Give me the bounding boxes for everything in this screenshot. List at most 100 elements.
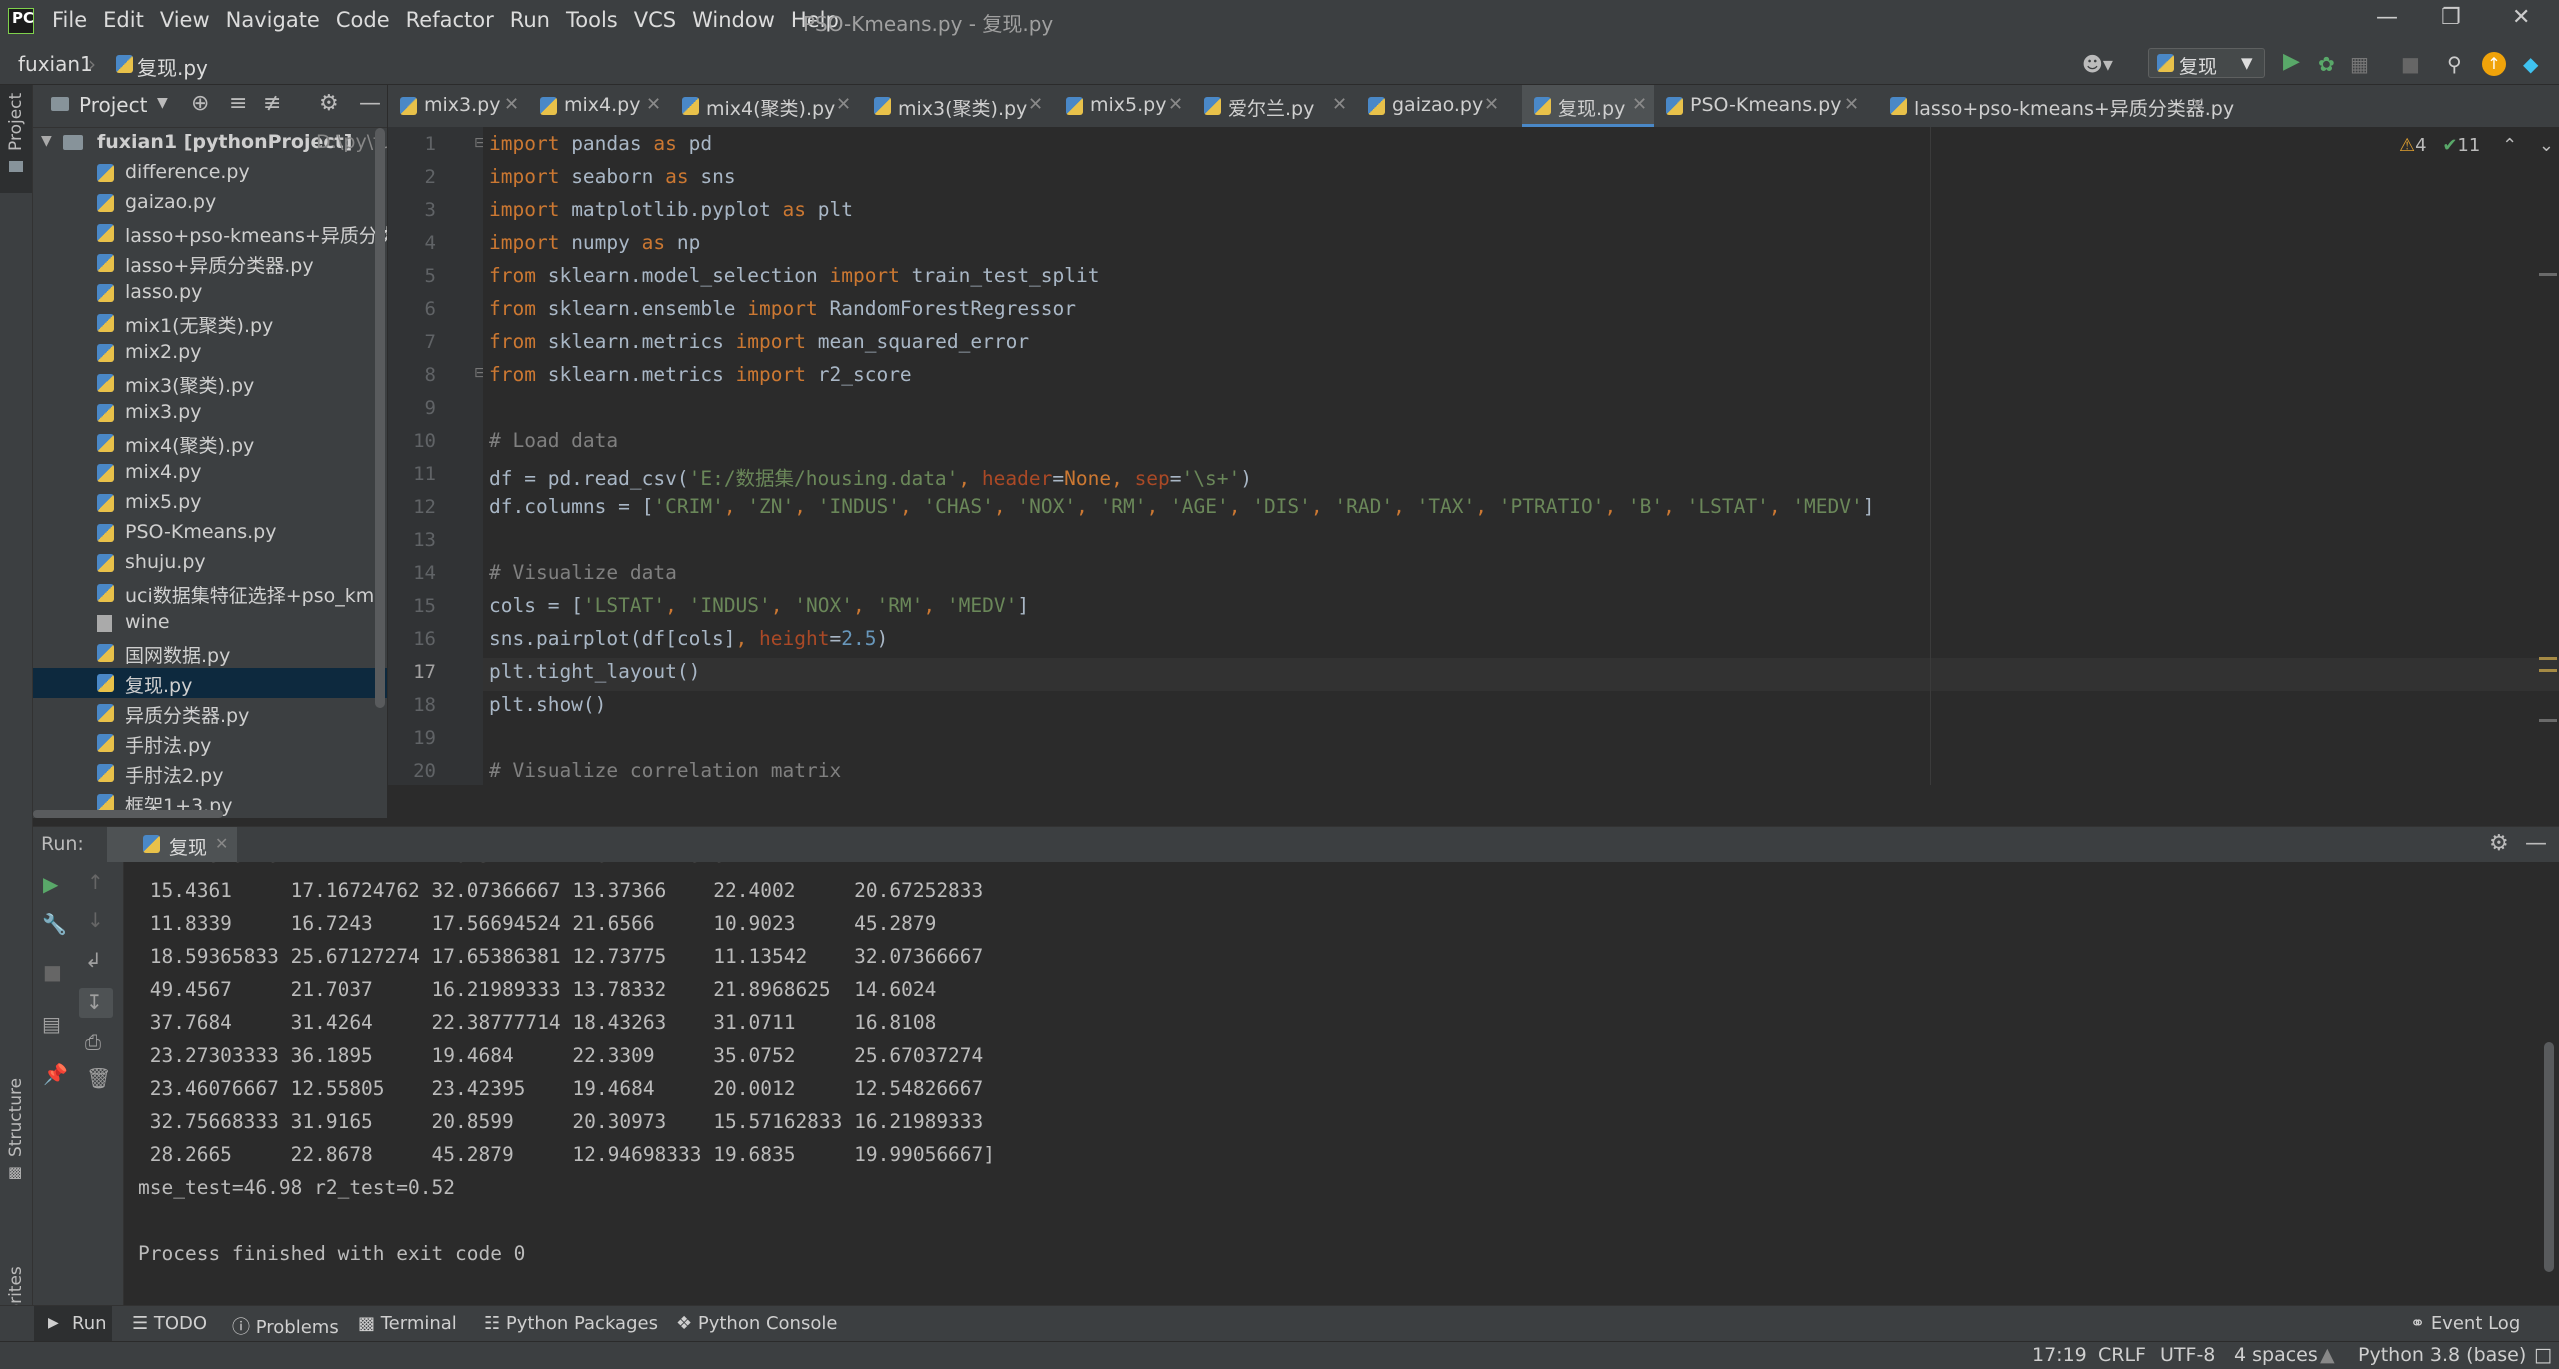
tool-tab-python-console[interactable]: ❖ Python Console [676,1313,837,1334]
tab-lasso-pso[interactable]: lasso+pso-kmeans+异质分类器.py ✕ [1878,85,2234,127]
tool-tab-python-packages[interactable]: ☷ Python Packages [484,1313,658,1334]
tree-vertical-scrollbar[interactable] [375,128,385,708]
chevron-up-icon[interactable]: ⌃ [2502,135,2517,156]
tool-tab-event-log[interactable]: ⚭ Event Log [2410,1313,2520,1334]
tree-file[interactable]: mix4.py [33,458,387,488]
tree-file[interactable]: lasso.py [33,278,387,308]
tree-file[interactable]: mix2.py [33,338,387,368]
soft-wrap-icon[interactable]: ↲ [85,948,102,972]
expand-all-icon[interactable]: ≡ [229,91,247,116]
trash-icon[interactable]: 🗑 [86,1066,111,1090]
chevron-down-icon[interactable]: ⌄ [2539,135,2554,156]
search-icon[interactable]: ⚲ [2447,52,2462,76]
console-scrollbar[interactable] [2544,1042,2554,1272]
rerun-icon[interactable]: ▶ [43,872,58,896]
tree-file[interactable]: PSO-Kmeans.py [33,518,387,548]
tree-file[interactable]: lasso+pso-kmeans+异质分类器 [33,218,387,248]
tree-file[interactable]: mix5.py [33,488,387,518]
close-tab-icon[interactable]: ✕ [504,94,519,115]
close-icon[interactable]: ✕ [2512,5,2530,30]
close-tab-icon[interactable]: ✕ [836,94,851,115]
tab-fuxian-active[interactable]: 复现.py ✕ [1522,85,1654,127]
tree-file[interactable]: uci数据集特征选择+pso_kmeans [33,578,387,608]
collapse-all-icon[interactable]: ≢ [263,91,281,116]
tool-tab-problems[interactable]: ⓘ Problems [232,1313,339,1339]
tree-file-selected[interactable]: 复现.py [33,668,387,698]
gear-icon[interactable]: ⚙ [319,91,339,116]
arrow-up-icon[interactable]: ↑ [87,870,104,894]
tab-ireland[interactable]: 爱尔兰.py ✕ [1192,85,1356,127]
tab-mix5[interactable]: mix5.py ✕ [1054,85,1192,127]
scroll-to-end-button[interactable]: ↧ [79,988,113,1018]
python-interpreter[interactable]: Python 3.8 (base) [2358,1344,2526,1366]
update-icon[interactable]: ↑ [2482,52,2506,76]
file-encoding[interactable]: UTF-8 [2160,1344,2215,1366]
menu-edit[interactable]: Edit [103,8,144,32]
tree-file[interactable]: mix3.py [33,398,387,428]
close-tab-icon[interactable]: ✕ [646,94,661,115]
project-view-title[interactable]: Project [79,93,147,117]
tool-tab-todo[interactable]: ☰ TODO [132,1313,207,1334]
inspection-widget[interactable]: ⚠4 ✔11 ⌃ ⌄ [2399,135,2554,156]
tree-root[interactable]: ▼ fuxian1 [pythonProject] D:\py\fu [33,128,387,158]
menu-code[interactable]: Code [336,8,390,32]
menu-vcs[interactable]: VCS [634,8,676,32]
close-tab-icon[interactable]: ✕ [215,834,228,853]
breadcrumb-file[interactable]: 复现.py [137,52,208,81]
lock-icon[interactable]: □ [2534,1344,2552,1366]
hide-panel-icon[interactable]: — [359,91,381,116]
tab-pso-kmeans[interactable]: PSO-Kmeans.py ✕ [1654,85,1866,127]
close-tab-icon[interactable]: ✕ [1332,94,1347,115]
run-configuration-select[interactable]: 复现 ▼ [2148,48,2265,78]
run-console-output[interactable]: 21.44978476 21.4214... 21.075 14.7822...… [124,862,2559,1305]
tree-file[interactable]: difference.py [33,158,387,188]
debug-icon[interactable]: ✿ [2318,52,2335,76]
tree-file[interactable]: mix3(聚类).py [33,368,387,398]
locate-file-icon[interactable]: ⊕ [191,91,209,116]
tree-file[interactable]: mix4(聚类).py [33,428,387,458]
tab-mix3-cluster[interactable]: mix3(聚类).py ✕ [862,85,1054,127]
error-stripe-mark[interactable] [2539,719,2557,722]
tree-file[interactable]: shuju.py [33,548,387,578]
tool-tab-terminal[interactable]: ▩ Terminal [358,1313,457,1334]
menu-refactor[interactable]: Refactor [406,8,494,32]
run-tab[interactable]: 复现 ✕ [107,827,237,863]
close-tab-icon[interactable]: ✕ [1484,94,1499,115]
error-stripe-mark[interactable] [2539,669,2557,672]
caret-position[interactable]: 17:19 [2032,1344,2087,1366]
run-icon[interactable]: ▶ [2283,49,2300,74]
tree-file[interactable]: 异质分类器.py [33,698,387,728]
stop-icon[interactable]: ■ [43,960,62,984]
arrow-down-icon[interactable]: ↓ [87,908,104,932]
gear-icon[interactable]: ⚙ [2489,831,2509,856]
tree-horizontal-scrollbar[interactable] [33,810,223,818]
error-stripe-mark[interactable] [2539,273,2557,276]
structure-stripe-button[interactable]: Structure [6,1078,26,1157]
close-tab-icon[interactable]: ✕ [1028,94,1043,115]
error-stripe-mark[interactable] [2539,657,2557,660]
tab-mix3[interactable]: mix3.py ✕ [388,85,528,127]
close-tab-icon[interactable]: ✕ [1168,94,1183,115]
tab-gaizao[interactable]: gaizao.py ✕ [1356,85,1508,127]
code-editor[interactable]: import pandas as pd import seaborn as sn… [483,127,2559,785]
tool-tab-run[interactable]: ▶ Run [34,1306,112,1342]
tab-mix4-cluster[interactable]: mix4(聚类).py ✕ [670,85,862,127]
tree-file[interactable]: 国网数据.py [33,638,387,668]
minimize-icon[interactable]: — [2376,5,2398,30]
stop-icon[interactable]: ■ [2401,52,2420,76]
close-tab-icon[interactable]: ✕ [1632,94,1647,115]
project-stripe-button[interactable]: Project [0,85,32,193]
menu-window[interactable]: Window [692,8,775,32]
menu-file[interactable]: File [52,8,87,32]
tree-file[interactable]: wine [33,608,387,638]
coverage-icon[interactable]: ▦ [2350,52,2369,76]
jetbrains-toolbox-icon[interactable]: ◆ [2523,52,2538,76]
layout-icon[interactable]: ▤ [42,1012,61,1036]
menu-navigate[interactable]: Navigate [226,8,320,32]
indent-setting[interactable]: 4 spaces [2234,1344,2318,1366]
restore-icon[interactable]: ❐ [2441,5,2461,30]
print-icon[interactable]: ⎙ [85,1030,101,1054]
close-tab-icon[interactable]: ✕ [1844,94,1859,115]
close-tab-icon[interactable]: ✕ [2190,94,2205,115]
menu-tools[interactable]: Tools [566,8,618,32]
